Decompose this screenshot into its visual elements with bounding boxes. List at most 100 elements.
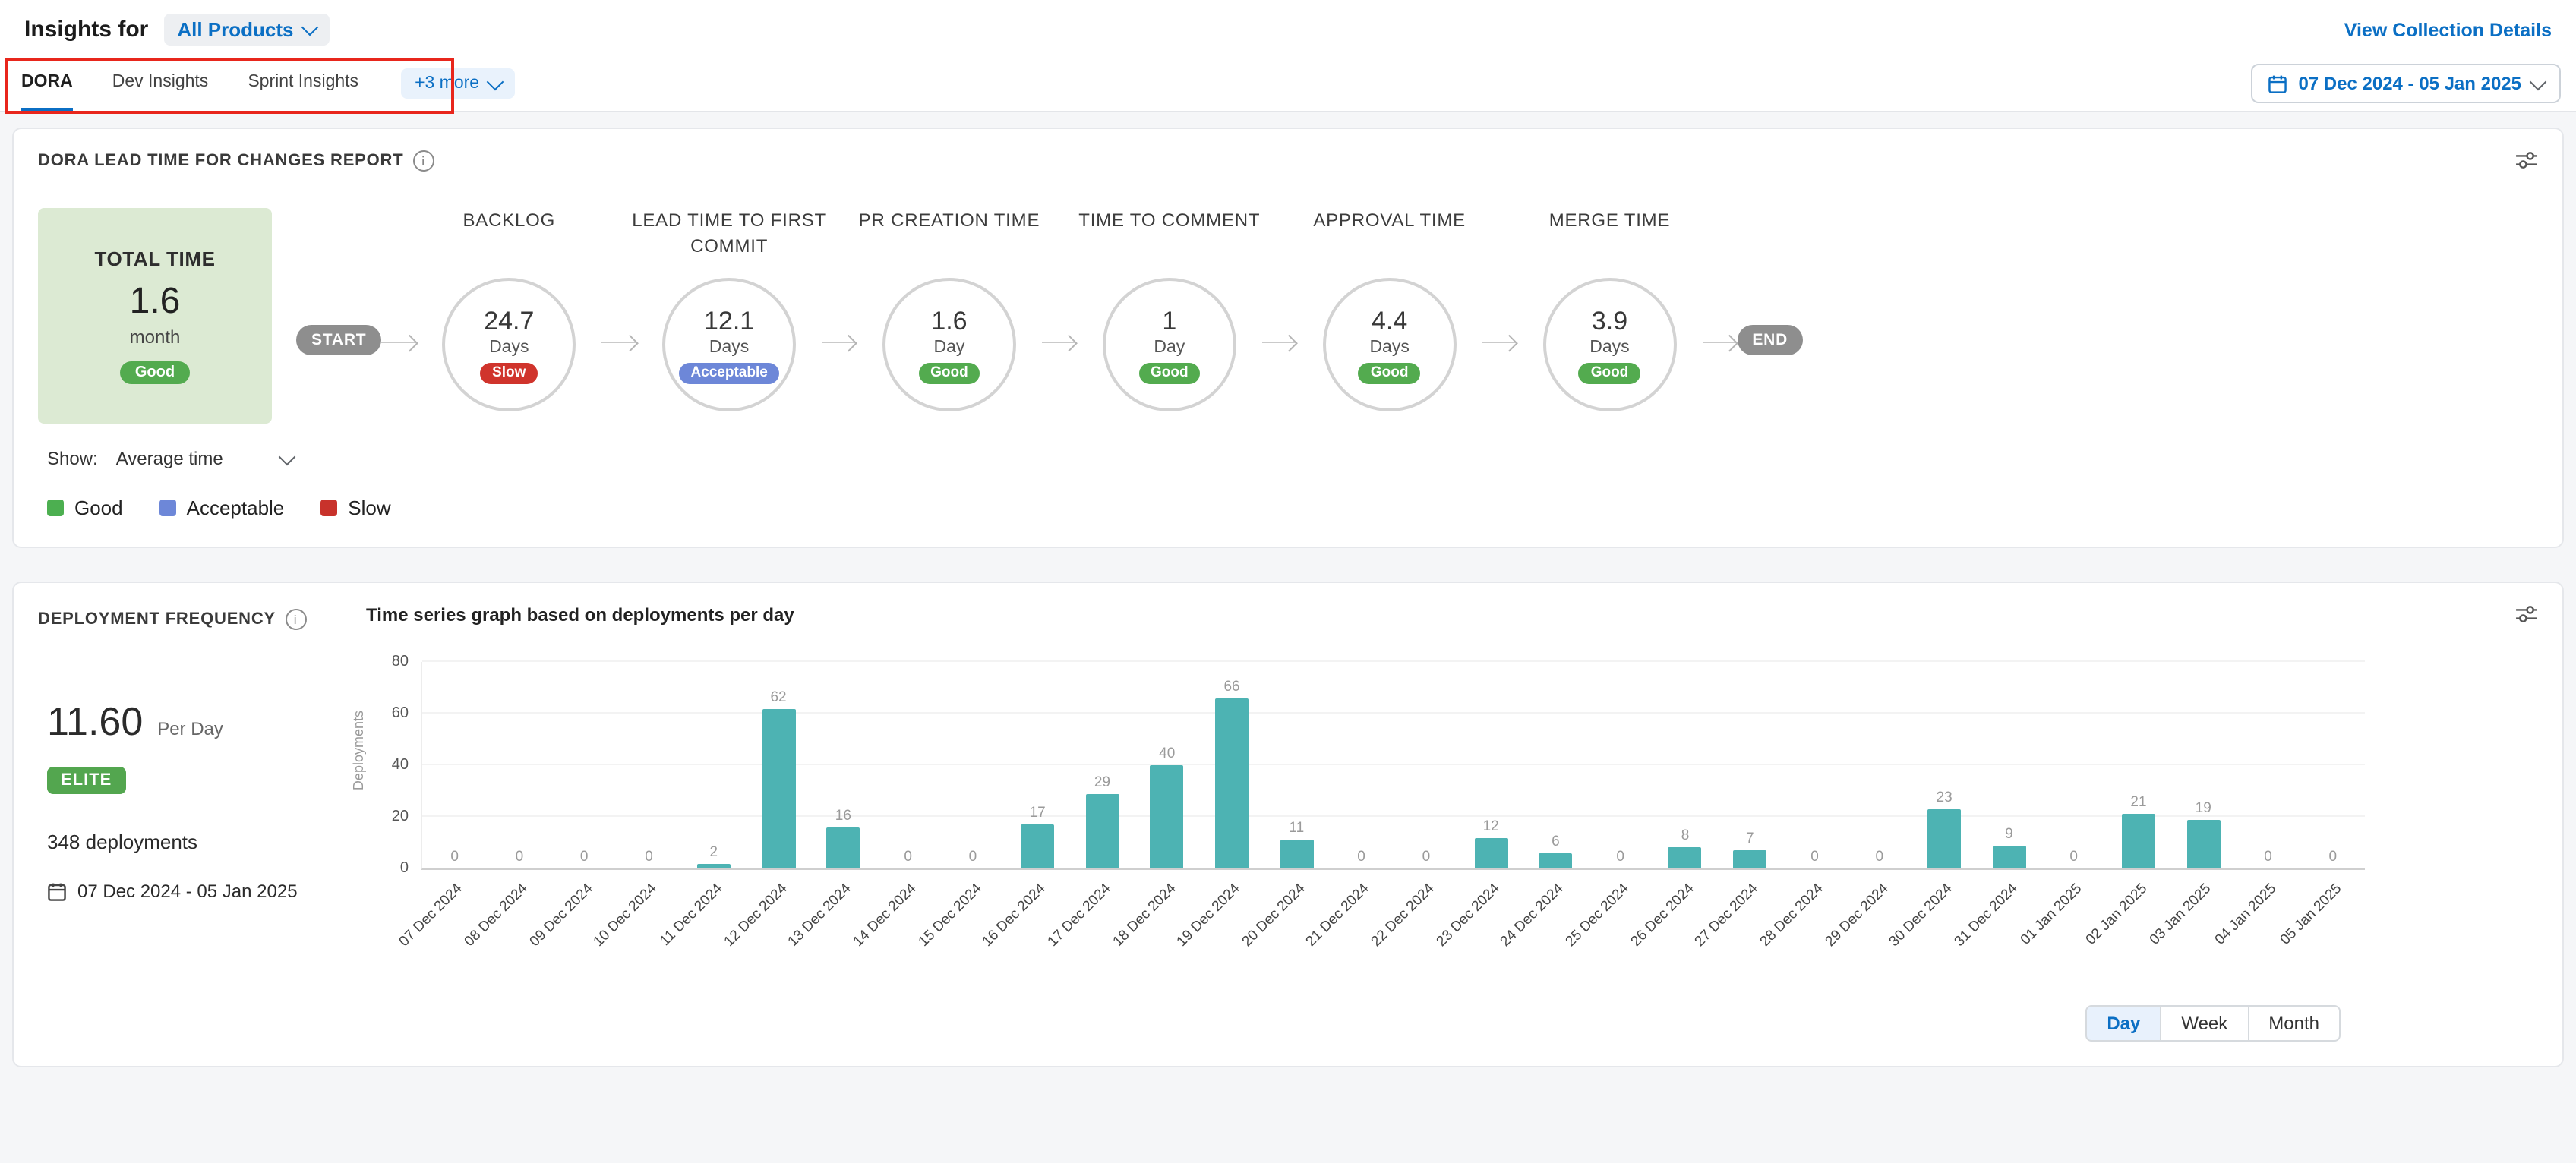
bar-value-label: 6 [1552,834,1560,850]
bar-value-label: 0 [580,849,589,865]
tab-list: DORA Dev Insights Sprint Insights [21,56,398,111]
chart-bar-slot: 1903 Jan 2025 [2171,662,2236,868]
lead-time-flow: TOTAL TIME 1.6 month Good STARTBACKLOG24… [38,208,2538,424]
x-axis-label: 14 Dec 2024 [850,881,920,950]
deployment-stats: 11.60 Per Day ELITE 348 deployments 07 D… [14,644,342,902]
legend-label: Good [74,496,123,519]
chart-bar-slot: 2102 Jan 2025 [2106,662,2170,868]
sliders-icon[interactable] [2515,604,2538,624]
bar-value-label: 11 [1289,821,1304,837]
show-metric-dropdown[interactable]: Show: Average time [47,448,293,469]
toggle-day[interactable]: Day [2085,1005,2161,1042]
bar-value-label: 0 [2069,849,2078,865]
legend-swatch [159,500,176,516]
tab-dora[interactable]: DORA [21,56,73,111]
tab-sprint-insights[interactable]: Sprint Insights [248,56,358,111]
chart-bar-slot: 2330 Dec 2024 [1911,662,1976,868]
bar-value-label: 19 [2196,799,2211,816]
more-tabs-button[interactable]: +3 more [401,68,514,99]
bar-value-label: 0 [516,849,524,865]
chart-bar-slot: 015 Dec 2024 [940,662,1005,868]
x-axis-label: 24 Dec 2024 [1498,881,1567,950]
chevron-down-icon [279,448,296,465]
stage-label: LEAD TIME TO FIRST COMMIT [624,208,834,278]
chart-bar [1927,809,1961,868]
info-icon[interactable] [413,150,434,172]
x-axis-label: 23 Dec 2024 [1433,881,1503,950]
bar-value-label: 0 [1357,849,1365,865]
chart-bar [1151,765,1184,868]
tab-dev-insights[interactable]: Dev Insights [112,56,209,111]
total-time-label: TOTAL TIME [94,247,215,270]
chart-bar-slot: 010 Dec 2024 [617,662,681,868]
flow-arrow [1042,342,1077,343]
chart-bar-slot: 025 Dec 2024 [1588,662,1653,868]
stage-circle: 4.4DaysGood [1323,278,1457,411]
flow-arrow [1482,342,1517,343]
chart-bar [1539,853,1572,868]
tab-bar: DORADev InsightsSprint Insights +3 more … [0,56,2576,112]
toggle-week[interactable]: Week [2160,1005,2249,1042]
bar-value-label: 0 [1876,849,1884,865]
x-axis-label: 22 Dec 2024 [1368,881,1438,950]
chart-bar-slot: 4018 Dec 2024 [1135,662,1199,868]
stage-badge: Acceptable [678,362,779,383]
view-collection-details-link[interactable]: View Collection Details [2344,19,2552,40]
stage-badge: Good [1579,362,1641,383]
legend-item-acceptable: Acceptable [159,496,285,519]
toggle-month[interactable]: Month [2247,1005,2341,1042]
y-tick-label: 80 [392,654,409,670]
bar-value-label: 7 [1746,830,1754,847]
lead-time-card: DORA LEAD TIME FOR CHANGES REPORT TOTAL … [12,128,2564,548]
x-axis-label: 11 Dec 2024 [657,881,726,950]
chart-bar [1668,848,1702,868]
stage-label: APPROVAL TIME [1285,208,1495,278]
bar-value-label: 66 [1223,679,1239,695]
chevron-down-icon [301,19,319,36]
product-selector[interactable]: All Products [163,14,330,46]
date-range-picker[interactable]: 07 Dec 2024 - 05 Jan 2025 [2251,64,2561,103]
sliders-icon[interactable] [2515,150,2538,170]
chart-bar-slot: 022 Dec 2024 [1394,662,1458,868]
stage-pr-creation-time: PR CREATION TIME1.6DayGood [857,208,1042,411]
chart-bar-slot: 009 Dec 2024 [552,662,617,868]
chart-bar-slot: 2917 Dec 2024 [1070,662,1135,868]
stage-value: 4.4 [1372,306,1407,336]
chart-subtitle: Time series graph based on deployments p… [366,604,794,626]
x-axis-label: 15 Dec 2024 [915,881,985,950]
chart-bar-slot: 005 Jan 2025 [2300,662,2365,868]
stage-badge: Good [918,362,980,383]
chart-bar [826,827,860,868]
lead-time-card-title: DORA LEAD TIME FOR CHANGES REPORT [38,150,434,172]
chart-plot-area: 020406080007 Dec 2024008 Dec 2024009 Dec… [421,662,2365,870]
chart-bar-slot: 014 Dec 2024 [876,662,940,868]
legend-swatch [47,500,64,516]
x-axis-label: 12 Dec 2024 [721,881,791,950]
deployment-title-text: DEPLOYMENT FREQUENCY [38,610,276,629]
stage-value: 3.9 [1592,306,1627,336]
chart-bar [1733,850,1766,868]
y-tick-label: 60 [392,705,409,722]
chart-bar-slot: 004 Jan 2025 [2236,662,2300,868]
chart-bar-slot: 008 Dec 2024 [487,662,551,868]
stage-unit: Days [489,338,529,356]
granularity-toggle: DayWeekMonth [2085,1005,2341,1042]
bar-value-label: 0 [2329,849,2338,865]
x-axis-label: 04 Jan 2025 [2212,881,2281,949]
chart-bar-slot: 624 Dec 2024 [1523,662,1588,868]
stage-circle: 12.1DaysAcceptable [662,278,796,411]
chart-bar [1215,698,1249,868]
bar-value-label: 0 [1422,849,1431,865]
info-icon[interactable] [285,609,306,630]
stage-time-to-comment: TIME TO COMMENT1DayGood [1077,208,1262,411]
stage-flow: STARTBACKLOG24.7DaysSlowLEAD TIME TO FIR… [296,208,1803,424]
y-tick-label: 40 [392,757,409,774]
chart-bar [762,708,795,868]
bar-value-label: 21 [2130,795,2146,812]
bar-value-label: 0 [645,849,653,865]
chart-bar-slot: 1716 Dec 2024 [1005,662,1070,868]
calendar-icon [47,881,67,901]
stage-circle: 1DayGood [1103,278,1236,411]
insights-page: Insights for All Products View Collectio… [0,0,2576,1163]
chevron-down-icon [486,73,504,90]
